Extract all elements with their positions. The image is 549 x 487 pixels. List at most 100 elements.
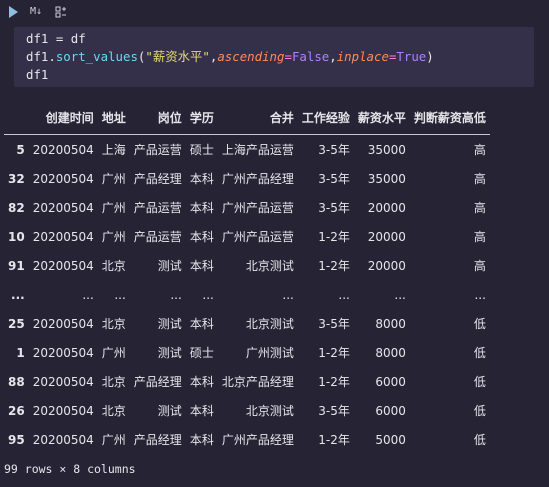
variables-icon[interactable]	[55, 6, 67, 21]
table-cell: 20200504	[32, 200, 94, 215]
table-cell: 1-2年	[318, 230, 350, 244]
table-cell: 广州	[101, 201, 126, 215]
table-cell: 北京测试	[245, 317, 294, 331]
table-cell: 上海产品运营	[221, 143, 294, 157]
row-index: 91	[8, 258, 25, 273]
table-cell: 3-5年	[318, 172, 350, 186]
table-cell: 北京产品经理	[221, 375, 294, 389]
table-cell: 8000	[375, 345, 406, 360]
row-index: 25	[8, 316, 25, 331]
table-row: 88 20200504 北京 产品经理 本科 北京产品经理 1-2年 6000 低	[4, 367, 490, 396]
table-cell: ...	[82, 287, 94, 302]
table-cell: 北京	[101, 375, 126, 389]
table-cell: 35000	[367, 142, 406, 157]
column-header: 创建时间	[28, 100, 98, 135]
table-cell: 1-2年	[318, 433, 350, 447]
table-cell: 广州产品运营	[221, 201, 294, 215]
table-cell: 产品运营	[133, 201, 182, 215]
table-cell: 20200504	[32, 374, 94, 389]
table-row: 82 20200504 广州 产品运营 本科 广州产品运营 3-5年 20000 高	[4, 193, 490, 222]
table-row: 1 20200504 广州 测试 硕士 广州测试 1-2年 8000 低	[4, 338, 490, 367]
markdown-toggle[interactable]: M↓	[30, 6, 42, 17]
column-header: 判断薪资高低	[409, 100, 490, 135]
table-row: 5 20200504 上海 产品运营 硕士 上海产品运营 3-5年 35000 高	[4, 135, 490, 165]
table-cell: 本科	[189, 404, 214, 418]
table-cell: 广州产品经理	[221, 433, 294, 447]
table-cell: 低	[473, 433, 486, 447]
table-row: 26 20200504 北京 测试 本科 北京测试 3-5年 6000 低	[4, 396, 490, 425]
row-index: 88	[8, 374, 25, 389]
table-cell: 产品运营	[133, 230, 182, 244]
table-cell: 20000	[367, 229, 406, 244]
row-index: 26	[8, 403, 25, 418]
table-cell: 广州	[101, 346, 126, 360]
table-cell: 20000	[367, 258, 406, 273]
table-cell: 测试	[157, 404, 182, 418]
table-cell: 本科	[189, 317, 214, 331]
code-line-1: df1 = df	[26, 31, 86, 46]
table-cell: 低	[473, 317, 486, 331]
table-cell: 20200504	[32, 171, 94, 186]
table-cell: 产品经理	[133, 172, 182, 186]
code-line-3: df1	[26, 67, 49, 82]
index-header	[4, 100, 29, 135]
table-cell: 本科	[189, 259, 214, 273]
column-header: 合并	[217, 100, 298, 135]
column-header: 地址	[97, 100, 130, 135]
table-cell: 上海	[101, 143, 126, 157]
table-cell: 本科	[189, 172, 214, 186]
table-cell: 1-2年	[318, 375, 350, 389]
row-index: 95	[8, 432, 25, 447]
table-cell: 3-5年	[318, 143, 350, 157]
table-cell: 8000	[375, 316, 406, 331]
table-cell: 20200504	[32, 432, 94, 447]
table-cell: 6000	[375, 374, 406, 389]
table-cell: 产品经理	[133, 375, 182, 389]
column-header: 薪资水平	[353, 100, 410, 135]
column-header: 学历	[185, 100, 218, 135]
table-body: 5 20200504 上海 产品运营 硕士 上海产品运营 3-5年 35000 高 32 20200…	[4, 135, 490, 455]
table-cell: 北京	[101, 404, 126, 418]
table-cell: 本科	[189, 201, 214, 215]
code-editor[interactable]: df1 = df df1.sort_values("薪资水平",ascendin…	[26, 30, 434, 84]
table-cell: 35000	[367, 171, 406, 186]
dataframe-table: 创建时间 地址 岗位 学历 合并 工作经验 薪资水平 判断薪资高低 5 20200504 上海 产品…	[4, 100, 490, 454]
table-cell: 20200504	[32, 345, 94, 360]
table-cell: 低	[473, 346, 486, 360]
row-index: 82	[8, 200, 25, 215]
table-cell: 广州	[101, 172, 126, 186]
table-cell: 本科	[189, 230, 214, 244]
table-cell: 20200504	[32, 316, 94, 331]
table-cell: ...	[394, 287, 406, 302]
table-cell: 3-5年	[318, 317, 350, 331]
row-index: 1	[16, 345, 25, 360]
table-cell: 广州	[101, 230, 126, 244]
table-cell: 3-5年	[318, 201, 350, 215]
column-header: 岗位	[129, 100, 186, 135]
table-cell: ...	[202, 287, 214, 302]
table-cell: 20200504	[32, 258, 94, 273]
table-cell: 测试	[157, 346, 182, 360]
table-cell: 产品运营	[133, 143, 182, 157]
table-row: 95 20200504 广州 产品经理 本科 广州产品经理 1-2年 5000 低	[4, 425, 490, 454]
table-cell: 产品经理	[133, 433, 182, 447]
table-cell: 高	[473, 172, 486, 186]
cell-toolbar: M↓	[0, 0, 549, 26]
play-icon[interactable]	[9, 6, 18, 18]
table-cell: 硕士	[189, 143, 214, 157]
table-cell: 高	[473, 201, 486, 215]
table-cell: ...	[114, 287, 126, 302]
table-cell: ...	[282, 287, 294, 302]
row-index: 10	[8, 229, 25, 244]
table-cell: 广州产品运营	[221, 230, 294, 244]
table-cell: 本科	[189, 375, 214, 389]
table-cell: 6000	[375, 403, 406, 418]
table-cell: 北京测试	[245, 404, 294, 418]
dataframe-shape: 99 rows × 8 columns	[4, 462, 136, 476]
table-cell: 北京测试	[245, 259, 294, 273]
table-cell: 高	[473, 230, 486, 244]
table-cell: 广州测试	[245, 346, 294, 360]
table-cell: 硕士	[189, 346, 214, 360]
table-cell: 20200504	[32, 403, 94, 418]
table-cell: 本科	[189, 433, 214, 447]
